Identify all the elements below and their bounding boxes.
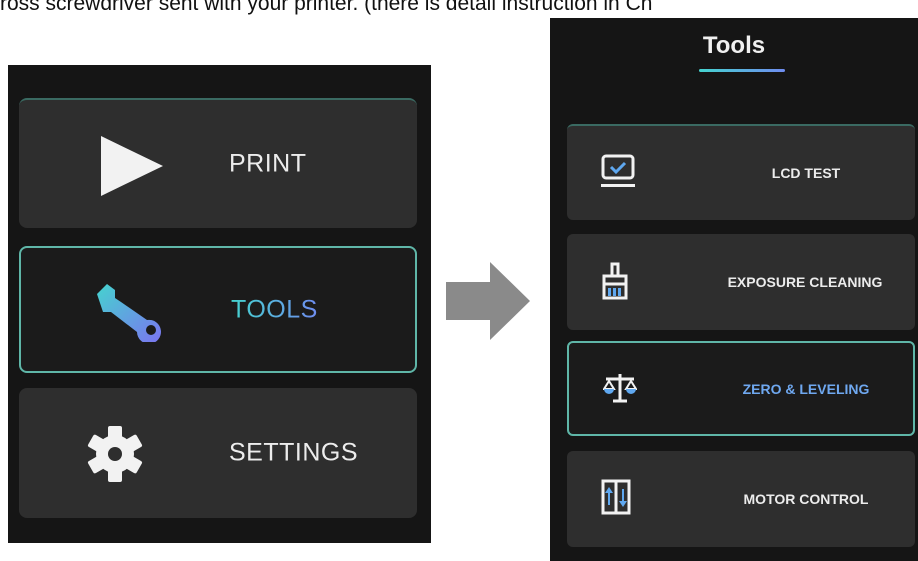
page-caption: ross screwdriver sent with your printer.… — [0, 0, 653, 15]
tools-button[interactable]: TOOLS — [19, 246, 417, 373]
play-icon — [97, 134, 167, 203]
zero-leveling-label: ZERO & LEVELING — [742, 380, 870, 397]
print-button[interactable]: PRINT — [19, 98, 417, 228]
settings-button[interactable]: SETTINGS — [19, 388, 417, 518]
zero-leveling-button[interactable]: ZERO & LEVELING — [567, 341, 915, 436]
motor-control-button[interactable]: MOTOR CONTROL — [567, 451, 915, 547]
gear-icon — [85, 426, 145, 487]
brush-icon — [601, 262, 629, 307]
lcd-test-button[interactable]: LCD TEST — [567, 124, 915, 220]
right-arrow-icon — [446, 262, 532, 345]
up-down-arrows-icon — [601, 479, 631, 520]
tools-title: Tools — [702, 32, 766, 59]
print-label: PRINT — [229, 149, 307, 178]
tools-label: TOOLS — [231, 295, 318, 323]
tools-screen: Tools LCD TEST EXPOSURE CLEANING ZERO & … — [550, 18, 918, 561]
main-menu-screen: PRINT TOOLS SETTINGS — [8, 65, 431, 543]
motor-control-label: MOTOR CONTROL — [743, 491, 869, 507]
settings-label: SETTINGS — [229, 438, 359, 467]
balance-scale-icon — [602, 371, 638, 412]
wrench-icon — [93, 280, 169, 347]
lcd-monitor-icon — [601, 154, 635, 195]
lcd-test-label: LCD TEST — [771, 165, 841, 181]
title-underline — [699, 69, 785, 72]
exposure-cleaning-button[interactable]: EXPOSURE CLEANING — [567, 234, 915, 330]
exposure-cleaning-label: EXPOSURE CLEANING — [727, 274, 883, 290]
